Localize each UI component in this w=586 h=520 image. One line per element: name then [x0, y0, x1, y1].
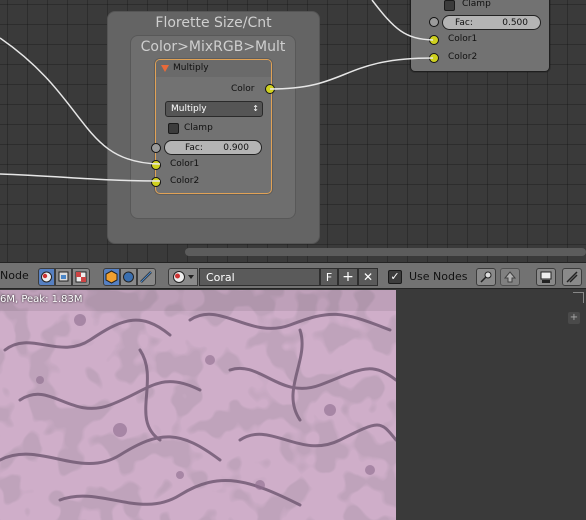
- brush-icon: [140, 271, 152, 283]
- material-name: Coral: [206, 271, 235, 284]
- use-nodes-label: Use Nodes: [409, 270, 468, 283]
- node-editor[interactable]: Florette Size/Cnt Color>MixRGB>Mult Clam…: [0, 0, 586, 262]
- texture-nodes-button[interactable]: [72, 268, 90, 286]
- horizontal-scrollbar[interactable]: [185, 248, 586, 256]
- material-name-field[interactable]: Coral: [199, 268, 320, 286]
- plus-icon: +: [342, 269, 354, 285]
- unlink-material-button[interactable]: ✕: [358, 268, 378, 286]
- use-nodes-checkbox[interactable]: ✓: [388, 270, 402, 284]
- render-preview-image[interactable]: 6M, Peak: 1.83M: [0, 290, 396, 520]
- expand-panel-button[interactable]: +: [568, 312, 580, 324]
- editor-menu-label[interactable]: Node: [0, 269, 29, 282]
- link-wire: [371, 0, 434, 41]
- node-editor-header: Node Coral F + ✕ ✓ Use Nodes: [0, 262, 586, 289]
- link-wire: [0, 37, 161, 165]
- compositing-icon: [58, 271, 69, 282]
- shader-icon: [41, 271, 52, 283]
- arrow-up-icon: [503, 271, 517, 283]
- coral-texture-image: [0, 290, 396, 520]
- magnet-icon: [566, 271, 578, 283]
- linestyle-button[interactable]: [137, 268, 156, 286]
- world-shader-button[interactable]: [120, 268, 137, 286]
- pin-button[interactable]: [476, 268, 496, 286]
- link-wire: [269, 57, 434, 90]
- cube-icon: [105, 270, 118, 284]
- fake-user-label: F: [325, 271, 333, 284]
- shader-nodes-button[interactable]: [38, 268, 55, 286]
- link-wire: [0, 173, 161, 182]
- fake-user-button[interactable]: F: [320, 268, 338, 286]
- pin-icon: [480, 271, 492, 283]
- memory-info: 6M, Peak: 1.83M: [0, 294, 83, 305]
- snap-element-button[interactable]: [562, 268, 582, 286]
- parent-node-tree-button[interactable]: [500, 268, 520, 286]
- viewer-empty-area: +: [396, 290, 586, 520]
- render-viewer[interactable]: 6M, Peak: 1.83M +: [0, 290, 586, 520]
- world-icon: [123, 271, 134, 283]
- node-links: [0, 0, 434, 182]
- snap-icon: [540, 271, 552, 283]
- close-icon: ✕: [362, 270, 374, 284]
- material-browse-button[interactable]: [168, 268, 198, 286]
- new-material-button[interactable]: +: [338, 268, 358, 286]
- snap-button[interactable]: [536, 268, 556, 286]
- object-shader-button[interactable]: [103, 268, 120, 286]
- checker-icon: [75, 271, 87, 283]
- compositing-nodes-button[interactable]: [55, 268, 72, 286]
- region-corner-icon[interactable]: [573, 292, 584, 303]
- material-sphere-icon: [173, 271, 194, 283]
